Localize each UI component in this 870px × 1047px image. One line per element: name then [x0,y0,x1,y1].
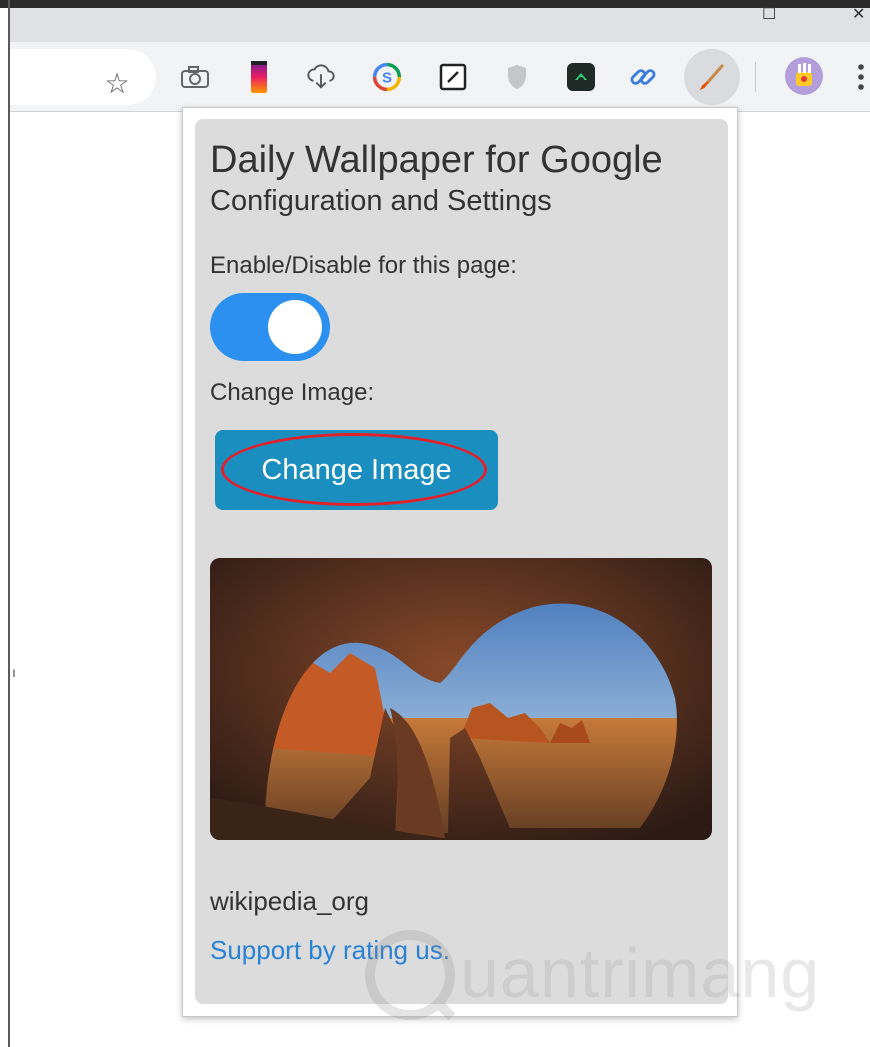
wallpaper-preview [210,558,712,840]
menu-icon[interactable] [854,62,868,92]
cloud-download-icon[interactable] [306,62,336,92]
paintbrush-extension-button[interactable] [684,49,740,105]
browser-title-bar: ☐ ✕ [10,7,870,42]
image-source: wikipedia_org [210,886,369,916]
watermark-text: uantrimang [460,934,821,1012]
change-image-button-label: Change Image [261,453,452,486]
change-image-button[interactable]: Change Image [215,430,498,510]
page-content-fragment: ı [12,664,16,680]
green-app-icon[interactable] [566,62,596,92]
camera-icon[interactable] [180,62,210,92]
popup-subtitle: Configuration and Settings [210,185,552,217]
toggle-knob [268,300,322,354]
browser-toolbar: ☆ S [10,42,870,112]
enable-label: Enable/Disable for this page: [210,252,517,279]
shield-icon[interactable] [502,62,532,92]
window-top-edge [0,0,870,8]
change-image-label: Change Image: [210,379,375,406]
link-icon[interactable] [628,62,658,92]
maximize-icon[interactable]: ☐ [762,7,776,23]
toolbar-divider [755,62,756,92]
svg-text:S: S [382,69,392,86]
profile-avatar-icon[interactable] [784,56,824,96]
edit-box-icon[interactable] [438,62,468,92]
screen: ☐ ✕ ☆ S ı Daily Wallpaper for Google Con… [0,0,870,1047]
enable-toggle[interactable] [210,293,330,361]
close-icon[interactable]: ✕ [852,7,865,23]
watermark: uantrimang [360,925,819,1025]
watermark-logo [365,930,456,1021]
star-icon[interactable]: ☆ [102,69,132,99]
settings-panel: Daily Wallpaper for Google Configuration… [195,119,728,1004]
phone-gradient-icon[interactable] [244,61,274,93]
extension-popup: Daily Wallpaper for Google Configuration… [182,107,738,1017]
address-bar[interactable]: ☆ [10,49,156,105]
window-left-edge [8,0,10,1047]
s-extension-icon[interactable]: S [372,62,402,92]
popup-title: Daily Wallpaper for Google [210,139,663,181]
paintbrush-icon [697,62,727,92]
wallpaper-image [210,558,712,840]
